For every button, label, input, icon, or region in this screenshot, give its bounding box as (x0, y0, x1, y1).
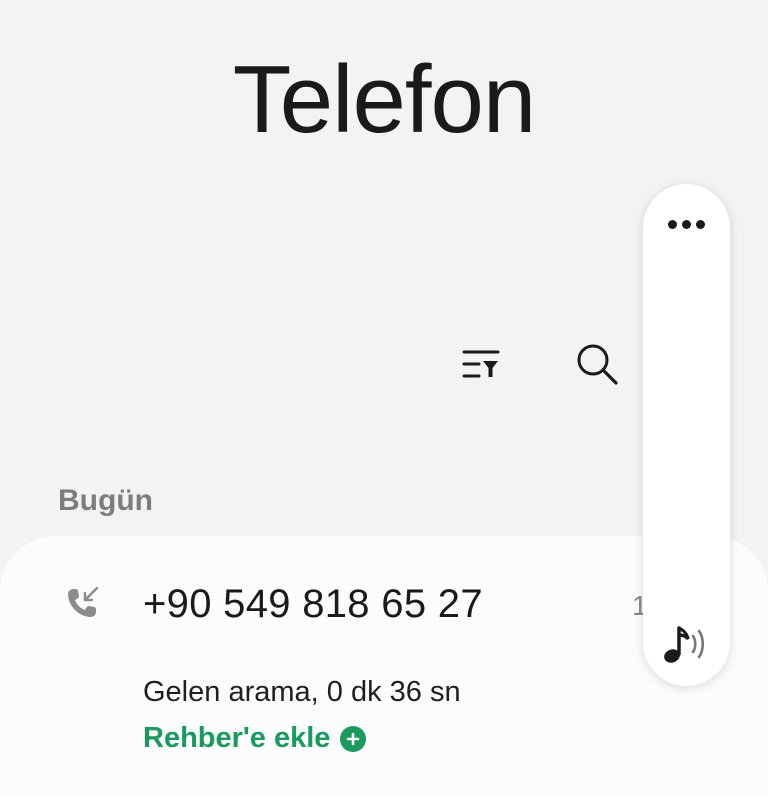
add-circle-icon (340, 725, 367, 752)
sound-button[interactable] (657, 618, 717, 670)
incoming-call-icon (68, 586, 99, 617)
search-icon (577, 344, 618, 385)
floating-side-panel (643, 184, 730, 686)
music-sound-icon (664, 626, 705, 663)
page-title: Telefon (232, 46, 537, 153)
call-detail: Gelen arama, 0 dk 36 sn (143, 676, 461, 708)
call-number: +90 549 818 65 27 (143, 582, 483, 626)
filter-list-icon (462, 350, 500, 378)
add-to-contacts-label: Rehber'e ekle (143, 722, 331, 754)
more-options-icon (668, 219, 705, 229)
add-to-contacts-button[interactable]: Rehber'e ekle (143, 722, 367, 755)
more-options-button[interactable] (643, 200, 730, 248)
search-button[interactable] (573, 340, 621, 388)
section-label-today: Bugün (58, 484, 153, 517)
filter-button[interactable] (457, 340, 505, 388)
